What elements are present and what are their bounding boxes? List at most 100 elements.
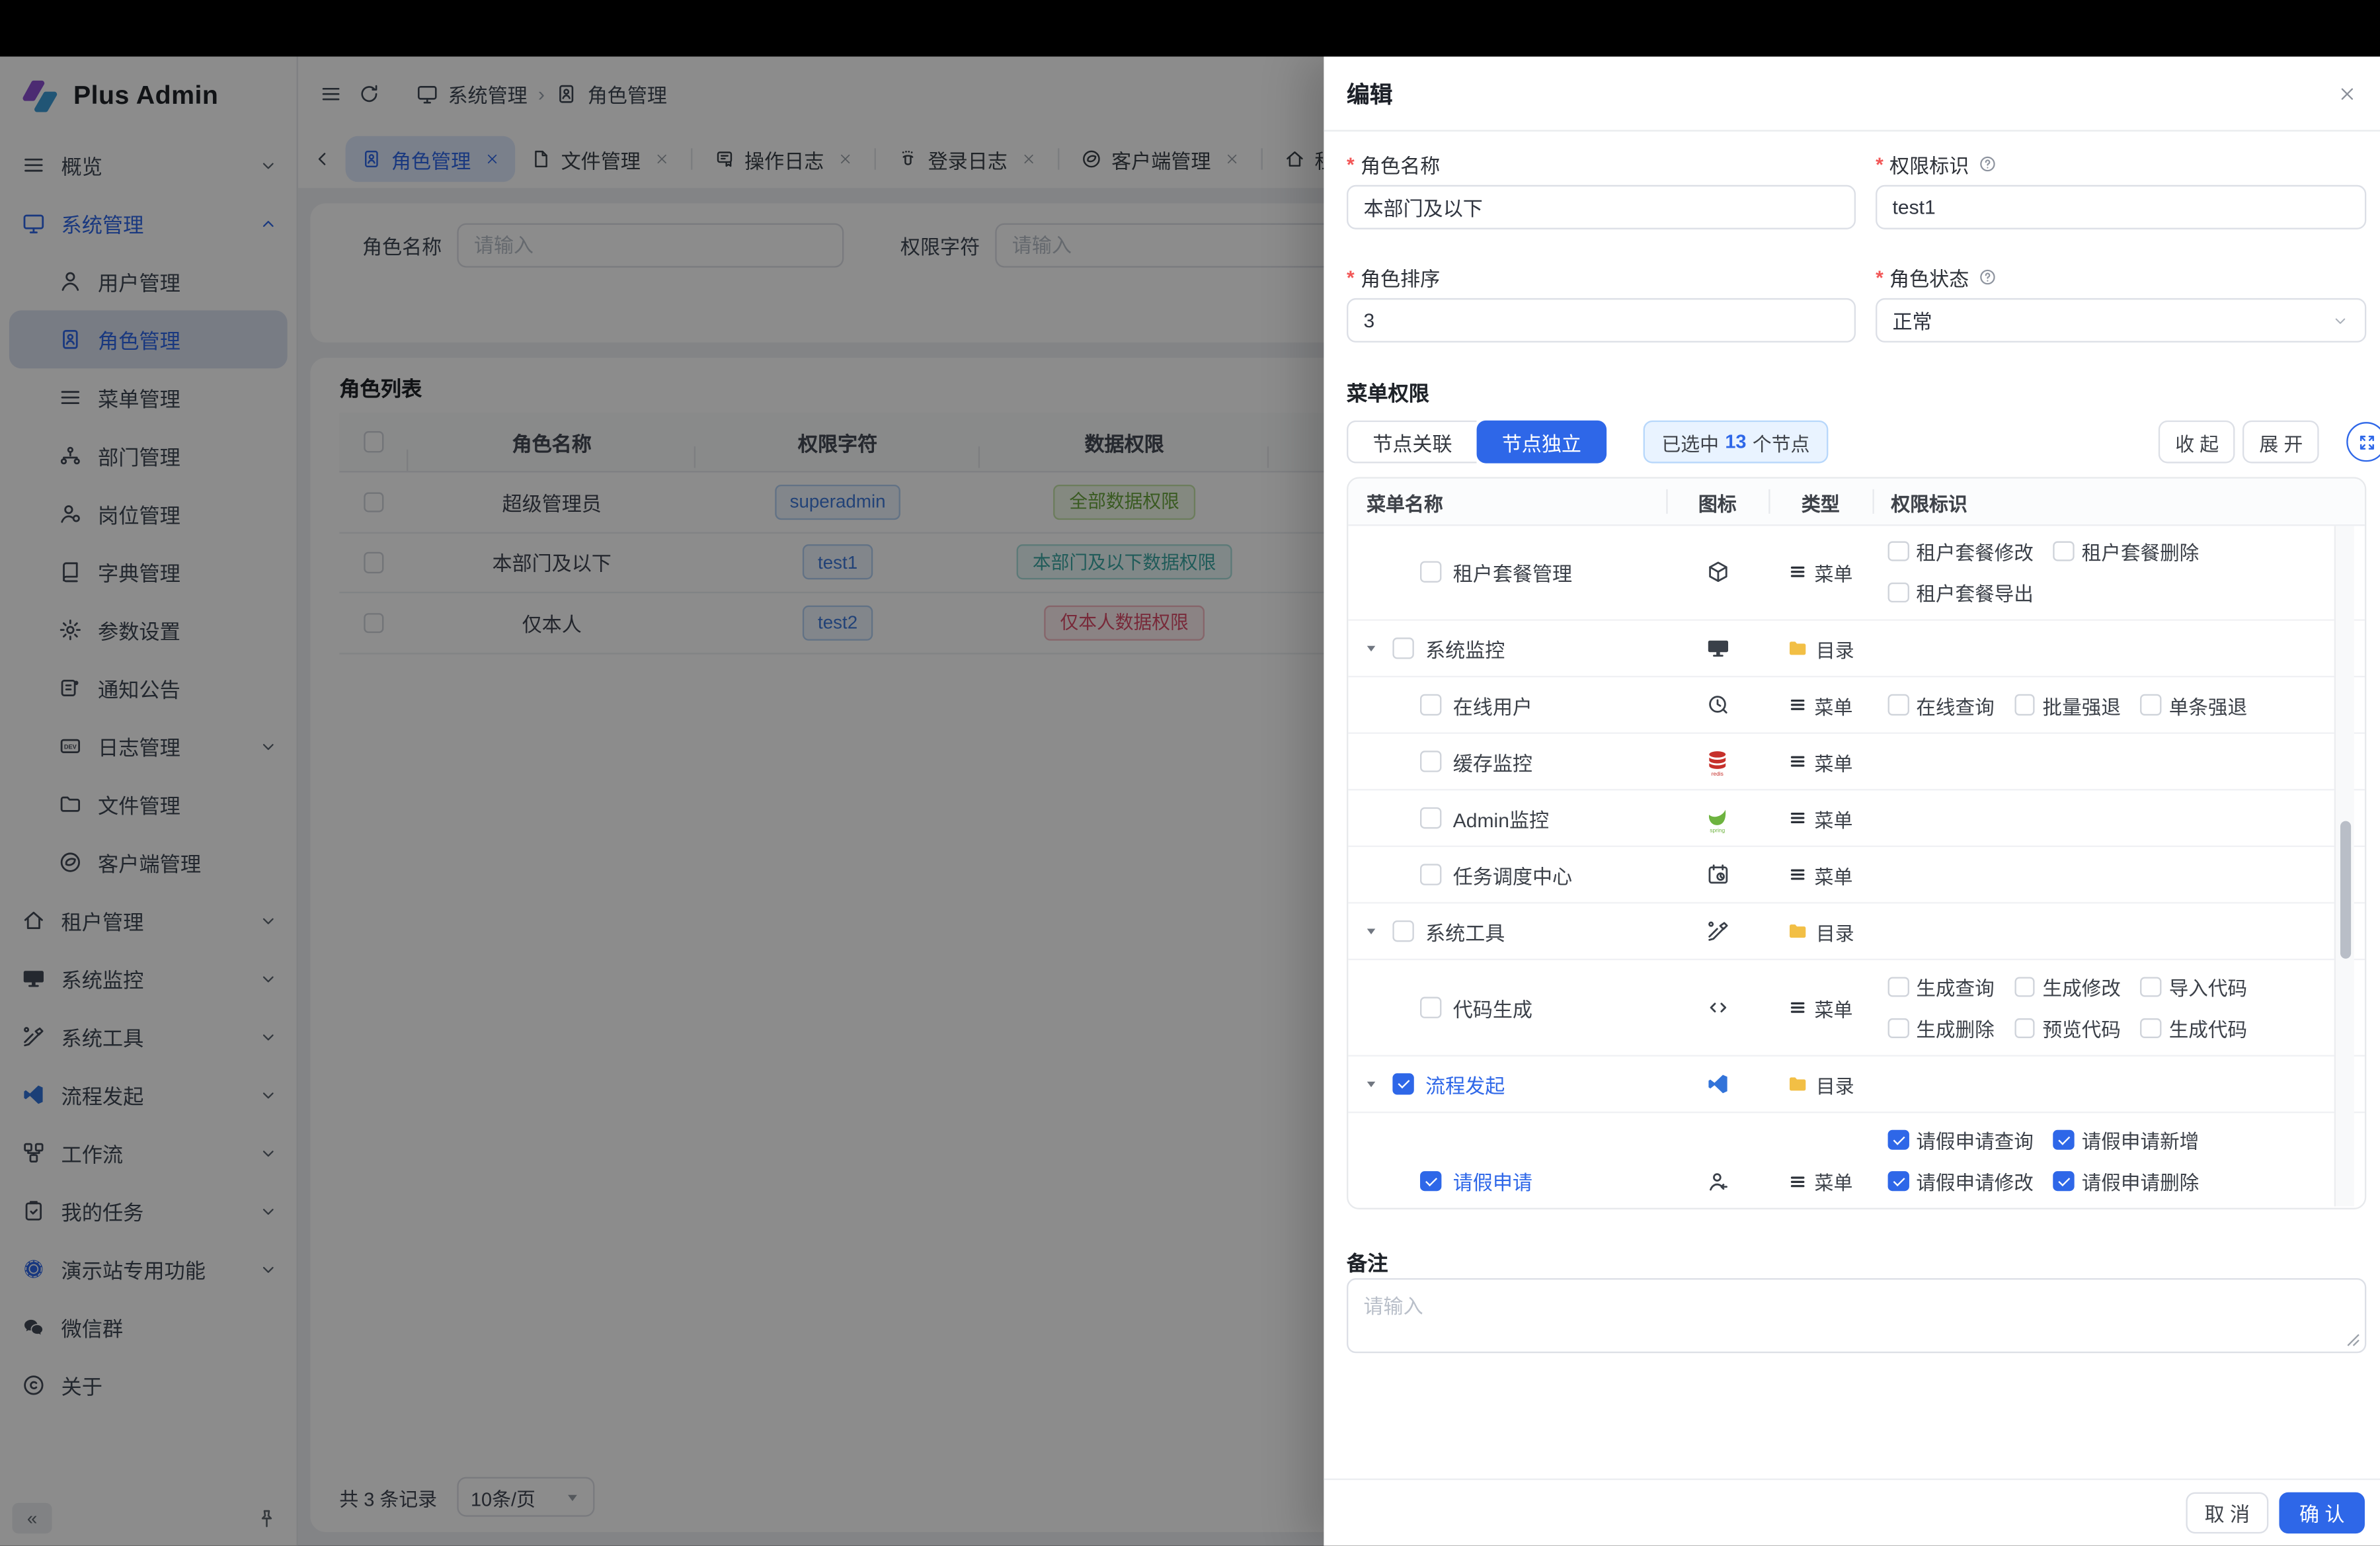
tree-node-label[interactable]: 任务调度中心 <box>1453 860 1572 889</box>
tree-checkbox[interactable] <box>1420 997 1441 1018</box>
expand-all-button[interactable]: 展 开 <box>2242 421 2320 464</box>
tree-checkbox[interactable] <box>1392 921 1413 942</box>
role-name-input[interactable] <box>1347 185 1856 229</box>
perm-option[interactable]: 请假申请新增 <box>2053 1125 2199 1155</box>
perm-option[interactable]: 生成修改 <box>2014 973 2121 1002</box>
perm-option[interactable]: 生成删除 <box>1888 1014 1995 1043</box>
tree-checkbox[interactable] <box>1420 1171 1441 1192</box>
system-monitor-icon <box>1705 636 1729 661</box>
perm-checkbox[interactable] <box>2014 1018 2035 1038</box>
tenant-package-icon <box>1705 559 1729 584</box>
tree-row-5: 任务调度中心菜单 <box>1348 847 2365 904</box>
perm-checkbox[interactable] <box>1888 1129 1909 1150</box>
tree-node-label[interactable]: Admin监控 <box>1453 803 1549 833</box>
role-sort-label: 角色排序 <box>1361 263 1440 292</box>
tree-row-0: 租户套餐管理菜单租户套餐修改租户套餐删除租户套餐导出 <box>1348 524 2365 621</box>
perm-option[interactable]: 生成查询 <box>1888 973 1995 1002</box>
tree-column-icon: 图标 <box>1666 487 1768 516</box>
menu-type-icon <box>1788 696 1807 714</box>
selected-count-pill[interactable]: 已选中 13 个节点 <box>1644 421 1829 464</box>
expander-icon[interactable] <box>1363 641 1378 656</box>
spring-icon: spring <box>1703 803 1732 833</box>
help-icon[interactable] <box>1978 267 1997 286</box>
perm-label: 生成修改 <box>2043 973 2121 1002</box>
perm-option[interactable]: 请假申请修改 <box>1888 1166 2034 1196</box>
field-role-status: *角色状态 正常 <box>1876 266 2366 343</box>
menu-perm-section-label: 菜单权限 <box>1347 376 1429 407</box>
tree-node-label[interactable]: 请假申请 <box>1453 1166 1532 1196</box>
tree-node-label[interactable]: 租户套餐管理 <box>1453 557 1572 587</box>
role-sort-input[interactable] <box>1347 298 1856 343</box>
selected-count: 13 <box>1725 431 1746 452</box>
perm-key-input[interactable] <box>1876 185 2366 229</box>
perm-option[interactable]: 导入代码 <box>2141 973 2247 1002</box>
tree-node-type: 菜单 <box>1815 747 1853 776</box>
perm-option[interactable]: 在线查询 <box>1888 690 1995 719</box>
perm-checkbox[interactable] <box>2053 1129 2074 1150</box>
perm-checkbox[interactable] <box>2141 977 2161 997</box>
tree-node-type: 目录 <box>1816 1069 1854 1098</box>
tree-node-label[interactable]: 系统监控 <box>1425 633 1505 663</box>
collapse-all-button[interactable]: 收 起 <box>2159 421 2236 464</box>
fullscreen-button[interactable] <box>2346 422 2380 462</box>
tree-checkbox[interactable] <box>1420 561 1441 582</box>
perm-checkbox[interactable] <box>1888 582 1909 602</box>
cancel-button[interactable]: 取 消 <box>2186 1492 2268 1533</box>
perm-label: 单条强退 <box>2169 690 2247 719</box>
tree-checkbox[interactable] <box>1420 807 1441 828</box>
tree-row-8: 流程发起 目录 <box>1348 1057 2365 1114</box>
perm-checkbox[interactable] <box>1888 977 1909 997</box>
tree-node-label[interactable]: 缓存监控 <box>1453 747 1532 776</box>
tree-checkbox[interactable] <box>1420 751 1441 772</box>
perm-label: 租户套餐导出 <box>1916 578 2034 607</box>
help-icon[interactable] <box>1978 154 1997 173</box>
tree-node-label[interactable]: 流程发起 <box>1425 1069 1505 1098</box>
perm-option[interactable]: 预览代码 <box>2014 1014 2121 1043</box>
expander-icon[interactable] <box>1363 924 1378 939</box>
perm-checkbox[interactable] <box>1888 694 1909 715</box>
tree-node-type: 菜单 <box>1815 803 1853 833</box>
perm-option[interactable]: 租户套餐修改 <box>1888 537 2034 566</box>
perm-checkbox[interactable] <box>2053 541 2074 561</box>
perm-option[interactable]: 租户套餐导出 <box>1888 578 2034 607</box>
tree-node-label[interactable]: 代码生成 <box>1453 993 1532 1022</box>
remark-textarea[interactable] <box>1347 1278 2366 1353</box>
tree-checkbox[interactable] <box>1420 864 1441 885</box>
perm-checkbox[interactable] <box>1888 541 1909 561</box>
role-status-select[interactable]: 正常 <box>1876 298 2366 343</box>
expander-icon[interactable] <box>1363 1077 1378 1092</box>
field-role-sort: *角色排序 <box>1347 266 1856 343</box>
perm-checkbox[interactable] <box>2141 694 2161 715</box>
perm-checkbox[interactable] <box>2014 977 2035 997</box>
node-linked-button[interactable]: 节点关联 <box>1347 421 1477 464</box>
node-mode-segmented: 节点关联 节点独立 <box>1347 421 1606 464</box>
perm-checkbox[interactable] <box>1888 1018 1909 1038</box>
tree-checkbox[interactable] <box>1392 1074 1413 1094</box>
svg-text:spring: spring <box>1710 826 1725 833</box>
perm-option[interactable]: 请假申请删除 <box>2053 1166 2199 1196</box>
tree-scrollbar-thumb[interactable] <box>2340 821 2351 959</box>
selected-prefix: 已选中 <box>1661 427 1719 456</box>
confirm-button[interactable]: 确 认 <box>2279 1492 2364 1533</box>
perm-option[interactable]: 批量强退 <box>2014 690 2121 719</box>
tree-node-label[interactable]: 在线用户 <box>1453 690 1532 719</box>
close-icon[interactable] <box>2337 83 2357 103</box>
edit-drawer: 编辑 *角色名称 *权限标识 *角色排序 *角色状态 <box>1324 57 2380 1546</box>
drawer-footer: 取 消 确 认 <box>1324 1479 2380 1546</box>
perm-option[interactable]: 单条强退 <box>2141 690 2247 719</box>
perm-checkbox[interactable] <box>2141 1018 2161 1038</box>
perm-option[interactable]: 生成代码 <box>2141 1014 2247 1043</box>
perm-key-label: 权限标识 <box>1889 149 1969 178</box>
resize-grip-icon[interactable] <box>2346 1333 2360 1347</box>
tree-checkbox[interactable] <box>1392 638 1413 659</box>
tree-checkbox[interactable] <box>1420 694 1441 715</box>
perm-checkbox[interactable] <box>2014 694 2035 715</box>
menu-type-icon <box>1788 866 1807 884</box>
perm-checkbox[interactable] <box>2053 1171 2074 1192</box>
perm-checkbox[interactable] <box>1888 1171 1909 1192</box>
perm-option[interactable]: 请假申请查询 <box>1888 1125 2034 1155</box>
node-independent-button[interactable]: 节点独立 <box>1477 421 1607 464</box>
perm-option[interactable]: 请假申请导出 <box>1888 1208 2034 1209</box>
tree-node-label[interactable]: 系统工具 <box>1425 916 1505 946</box>
perm-option[interactable]: 租户套餐删除 <box>2053 537 2199 566</box>
